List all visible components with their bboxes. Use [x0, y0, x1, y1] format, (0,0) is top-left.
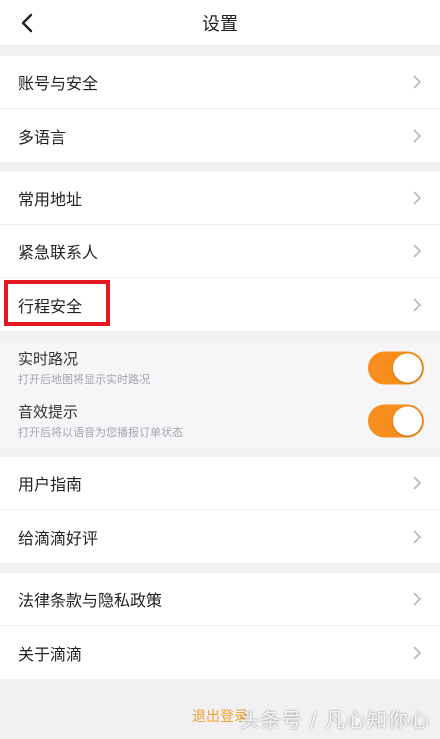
chevron-right-icon [413, 297, 422, 312]
row-account-security[interactable]: 账号与安全 [0, 56, 440, 109]
row-common-address[interactable]: 常用地址 [0, 172, 440, 225]
settings-group-legal: 法律条款与隐私政策 关于滴滴 [0, 573, 440, 679]
row-label: 关于滴滴 [18, 644, 83, 664]
toggle-row-traffic: 实时路况 打开后地图将显示实时路况 [0, 341, 440, 394]
row-label: 紧急联系人 [18, 243, 99, 262]
row-label: 多语言 [18, 127, 67, 147]
settings-group-safety: 常用地址 紧急联系人 行程安全 [0, 172, 440, 331]
settings-group-guide: 用户指南 给滴滴好评 [0, 457, 440, 563]
row-label: 常用地址 [18, 190, 83, 209]
watermark: 头条号 / 凡心知你心 [239, 708, 430, 732]
sound-toggle-switch[interactable] [368, 404, 424, 437]
row-about[interactable]: 关于滴滴 [0, 626, 440, 679]
row-label: 给滴滴好评 [18, 528, 99, 548]
header: 设置 [0, 0, 440, 46]
row-user-guide[interactable]: 用户指南 [0, 457, 440, 510]
row-legal-privacy[interactable]: 法律条款与隐私政策 [0, 573, 440, 626]
toggle-row-sound: 音效提示 打开后将以语音为您播报订单状态 [0, 394, 440, 447]
traffic-toggle-switch[interactable] [368, 351, 424, 384]
highlight-box [4, 280, 110, 326]
row-emergency-contact[interactable]: 紧急联系人 [0, 225, 440, 278]
row-label: 法律条款与隐私政策 [18, 591, 163, 610]
chevron-right-icon [413, 244, 422, 258]
chevron-right-icon [413, 75, 422, 89]
page-title: 设置 [202, 13, 238, 35]
row-label: 账号与安全 [18, 74, 99, 93]
toggle-group: 实时路况 打开后地图将显示实时路况 音效提示 打开后将以语音为您播报订单状态 [0, 341, 440, 447]
toggle-knob [393, 353, 422, 382]
row-trip-safety[interactable]: 行程安全 [0, 278, 440, 331]
toggle-knob [393, 406, 422, 435]
chevron-right-icon [413, 645, 422, 660]
chevron-right-icon [413, 529, 422, 544]
chevron-right-icon [413, 191, 422, 205]
chevron-right-icon [413, 476, 422, 490]
back-arrow-icon [21, 13, 33, 33]
chevron-right-icon [413, 592, 422, 606]
settings-group-account: 账号与安全 多语言 [0, 56, 440, 162]
back-button[interactable] [12, 8, 42, 38]
row-language[interactable]: 多语言 [0, 109, 440, 162]
row-label: 用户指南 [18, 475, 83, 494]
row-rate-app[interactable]: 给滴滴好评 [0, 510, 440, 563]
chevron-right-icon [413, 128, 422, 143]
